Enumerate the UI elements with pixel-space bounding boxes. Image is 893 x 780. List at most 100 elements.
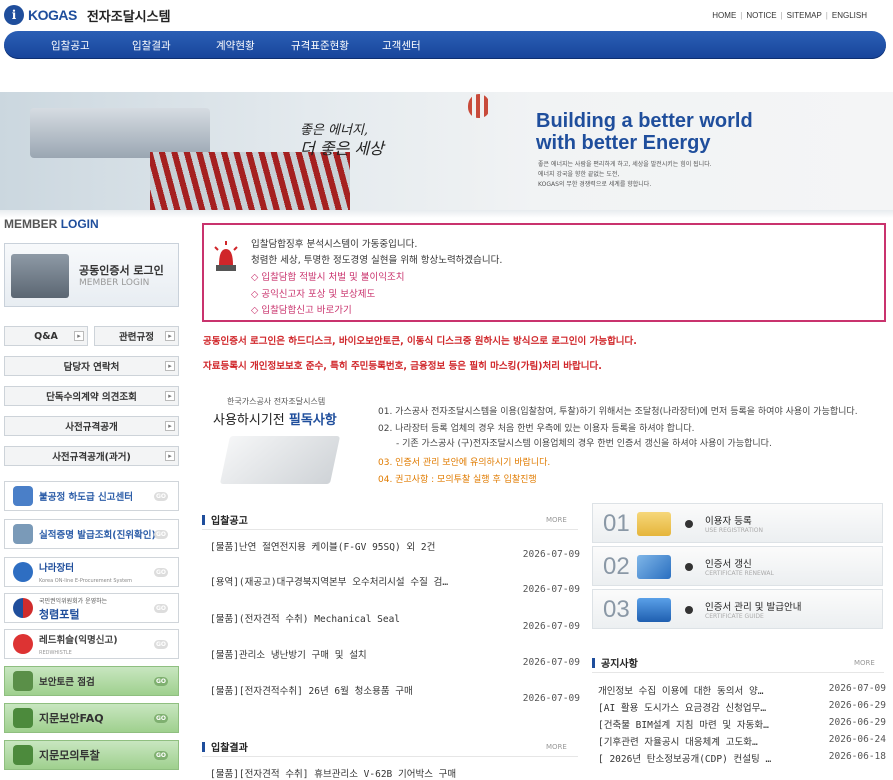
pre-spec-past-button[interactable]: 사전규격공개(과거) ▸ (4, 446, 179, 466)
arrow-right-icon: ▸ (165, 331, 175, 341)
bid-result-more[interactable]: MORE (546, 743, 567, 751)
bid-result-heading: 입찰결과 (202, 739, 248, 754)
report-bid-rigging-link[interactable]: ◇ 입찰담합신고 바로가기 (251, 302, 352, 316)
bid-notice-row[interactable]: [물품]난연 절연전지용 케이블(F-GV 95SQ) 외 2건 2026-07-… (210, 539, 580, 560)
bid-notice-more[interactable]: MORE (546, 516, 567, 524)
keyboard-image (219, 436, 341, 484)
site-title: 전자조달시스템 (86, 9, 171, 25)
integrity-portal-banner[interactable]: 국민권익위원회가 운영하는 청렴포털 GO (4, 593, 179, 623)
ie-icon (637, 598, 671, 622)
must-read-small: 한국가스공사 전자조달시스템 (227, 397, 326, 406)
whistle-icon (13, 634, 33, 654)
banner-headline-2: with better Energy (536, 132, 711, 154)
bid-notice-row[interactable]: [물품](전자견적 수취) Mechanical Seal 2026-07-09 (210, 611, 580, 632)
bid-notice-row[interactable]: [물품]관리소 냉난방기 구매 및 설치 2026-07-09 (210, 647, 580, 668)
monitor-icon (13, 486, 33, 506)
balloon-icon (468, 94, 490, 118)
arrow-right-icon: ▸ (165, 421, 175, 431)
redwhistle-banner[interactable]: 레드휘슬(익명신고) REDWHISTLE GO (4, 629, 179, 659)
certificate-renewal-card[interactable]: 02 인증서 갱신 CERTIFICATE RENEWAL (592, 546, 883, 586)
fingerprint-mock-bid-banner[interactable]: 지문모의투찰 GO (4, 740, 179, 770)
bullet-icon (685, 563, 693, 571)
util-english-link[interactable]: ENGLISH (828, 11, 871, 20)
hero-banner: 좋은 에너지, 더 좋은 세상 Building a better world … (0, 92, 893, 210)
regulations-button[interactable]: 관련규정 ▸ (94, 326, 179, 346)
document-icon (13, 524, 33, 544)
notice-row[interactable]: [기후관련 자율공시 대응체계 고도화… 2026-06-24 (598, 734, 886, 751)
bid-notice-row[interactable]: [물품][전자견적수취] 26년 6월 청소용품 구매 2026-07-09 (210, 683, 580, 704)
arrow-right-icon: ▸ (165, 361, 175, 371)
divider (202, 756, 578, 757)
arrow-right-icon: ▸ (165, 451, 175, 461)
certificate-folder-icon (11, 254, 69, 298)
must-read-block: 한국가스공사 전자조달시스템 사용하시기전 필독사항 (205, 392, 365, 492)
banner-description: 좋은 에너지는 사람을 편리하게 하고, 세상을 발전시키는 힘이 됩니다. 에너… (538, 161, 712, 188)
notice-row[interactable]: [건축물 BIM설계 지침 마련 및 자동화… 2026-06-29 (598, 717, 886, 734)
nav-standard-spec[interactable]: 규격표준현황 (291, 38, 349, 53)
nav-bid-notice[interactable]: 입찰공고 (51, 38, 90, 53)
kogas-logo[interactable]: i KOGAS 전자조달시스템 (4, 3, 194, 27)
divider (202, 529, 578, 530)
taegeuk-icon (13, 598, 33, 618)
util-home-link[interactable]: HOME (708, 11, 740, 20)
narajangteo-banner[interactable]: 나라장터 Korea ON-line E-Procurement System GO (4, 557, 179, 587)
util-sitemap-link[interactable]: SITEMAP (783, 11, 826, 20)
nav-bid-result[interactable]: 입찰결과 (132, 38, 171, 53)
arrow-right-icon: ▸ (165, 391, 175, 401)
bullet-icon (685, 520, 693, 528)
whistleblower-reward-link[interactable]: ◇ 공익신고자 포상 및 보상제도 (251, 286, 375, 300)
util-notice-link[interactable]: NOTICE (742, 11, 780, 20)
must-read-item-2-sub: - 기존 가스공사 (구)전자조달시스템 이용업체의 경우 한번 인증서 갱신을… (396, 439, 772, 449)
banner-script-2: 더 좋은 세상 (300, 139, 384, 158)
contact-button[interactable]: 담당자 연락처 ▸ (4, 356, 179, 376)
pipeline-image (150, 152, 350, 210)
certificate-login-button[interactable]: 공동인증서 로그인 MEMBER LOGIN (4, 243, 179, 307)
user-registration-card[interactable]: 01 이용자 등록 USE REGISTRATION (592, 503, 883, 543)
login-box-label: 공동인증서 로그인 (79, 264, 164, 277)
security-token-check-banner[interactable]: 보안토큰 점검 GO (4, 666, 179, 696)
bid-rigging-notice-box: 입찰담합징후 분석시스템이 가동중입니다. 청렴한 세상, 투명한 정도경영 실… (202, 223, 886, 322)
brand-name: KOGAS (28, 7, 77, 23)
penalty-link[interactable]: ◇ 입찰담합 적발시 처벌 및 불이익조치 (251, 269, 405, 283)
narajangteo-logo-icon (13, 562, 33, 582)
notice-row[interactable]: [ 2026년 탄소정보공개(CDP) 컨설팅 … 2026-06-18 (598, 751, 886, 768)
refresh-icon (637, 555, 671, 579)
divider (592, 672, 884, 673)
sole-contract-button[interactable]: 단독수의계약 의견조회 ▸ (4, 386, 179, 406)
token-icon (13, 671, 33, 691)
bid-result-row[interactable]: [물품][전자견적 수취] 휴브관리소 V-62B 기어박스 구매 (210, 766, 580, 780)
bid-notice-row[interactable]: [용역](재공고)대구경북지역본부 오수처리시설 수질 검… 2026-07-09 (210, 574, 580, 595)
siren-icon (214, 241, 238, 271)
qna-button[interactable]: Q&A ▸ (4, 326, 88, 346)
certificate-guide-card[interactable]: 03 인증서 관리 및 발급안내 CERTIFICATE GUIDE (592, 589, 883, 629)
unfair-subcontract-banner[interactable]: 불공정 하도급 신고센터 GO (4, 481, 179, 511)
notices-more[interactable]: MORE (854, 659, 875, 667)
cert-login-notice: 공동인증서 로그인은 하드디스크, 바이오보안토큰, 이동식 디스크중 원하시는… (203, 336, 637, 347)
notice-line-2: 청렴한 세상, 투명한 정도경영 실현을 위해 항상노력하겠습니다. (251, 255, 503, 266)
login-box-sublabel: MEMBER LOGIN (79, 278, 150, 288)
member-login-title: MEMBER LOGIN (4, 217, 99, 231)
must-read-title: 사용하시기전 필독사항 (213, 413, 337, 428)
nav-customer-center[interactable]: 고객센터 (382, 38, 421, 53)
folder-icon (637, 512, 671, 536)
kogas-emblem-icon: i (4, 5, 24, 25)
must-read-item-3: 03. 인증서 관리 보안에 유의하시기 바랍니다. (378, 458, 551, 468)
bullet-icon (685, 606, 693, 614)
must-read-item-4: 04. 권고사항 : 모의투찰 실행 후 입찰진행 (378, 475, 537, 485)
notices-heading: 공지사항 (592, 655, 638, 670)
must-read-item-1: 01. 가스공사 전자조달시스템을 이용(입찰참여, 투찰)하기 위해서는 조달… (378, 407, 858, 417)
main-nav: 입찰공고 입찰결과 계약현황 규격표준현황 고객센터 (4, 31, 886, 59)
banner-shadow (0, 210, 893, 218)
nav-contract-status[interactable]: 계약현황 (216, 38, 255, 53)
bid-notice-heading: 입찰공고 (202, 512, 248, 527)
performance-cert-banner[interactable]: 실적증명 발급조회(진위확인) GO (4, 519, 179, 549)
pre-spec-button[interactable]: 사전규격공개 ▸ (4, 416, 179, 436)
banner-headline-1: Building a better world (536, 110, 753, 132)
fingerprint-faq-banner[interactable]: 지문보안FAQ GO (4, 703, 179, 733)
lng-ship-image (30, 108, 210, 158)
arrow-right-icon: ▸ (74, 331, 84, 341)
utility-links: HOME | NOTICE | SITEMAP | ENGLISH (708, 11, 871, 20)
notice-row[interactable]: [AI 활용 도시가스 요금경감 신청업무… 2026-06-29 (598, 700, 886, 717)
notice-line-1: 입찰담합징후 분석시스템이 가동중입니다. (251, 239, 418, 250)
notice-row[interactable]: 개인정보 수집 이용에 대한 동의서 양… 2026-07-09 (598, 683, 886, 700)
